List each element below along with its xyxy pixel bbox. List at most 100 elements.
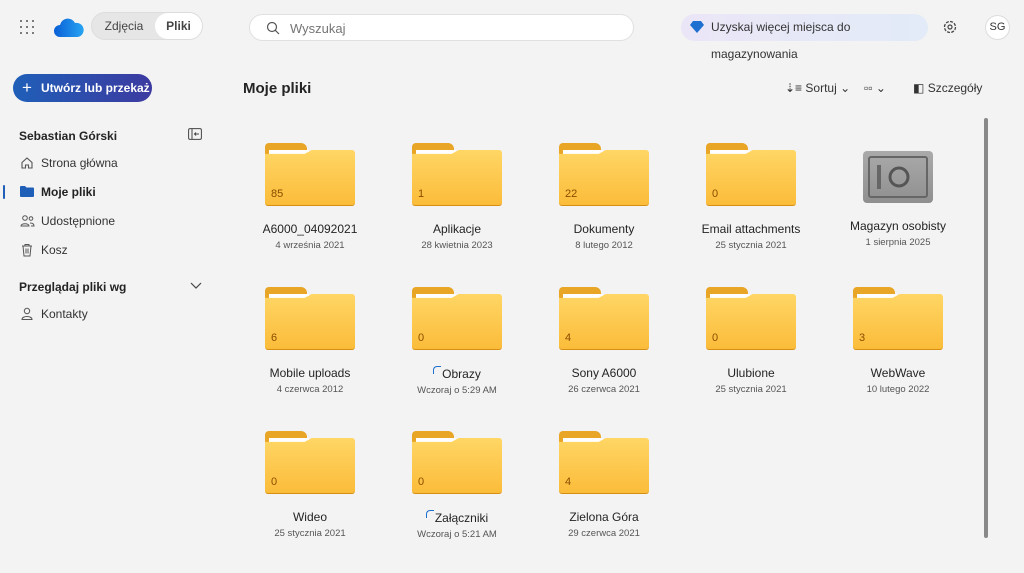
sidebar-item-trash[interactable]: Kosz [0, 238, 220, 262]
user-name: Sebastian Górski [19, 129, 118, 143]
vault-item[interactable]: Magazyn osobisty 1 sierpnia 2025 [828, 143, 968, 248]
folder-icon: 6 [265, 287, 355, 350]
item-name[interactable]: WebWave [828, 366, 968, 380]
item-count: 4 [565, 332, 572, 344]
item-date: 25 stycznia 2021 [715, 240, 787, 251]
get-storage-button[interactable]: Uzyskaj więcej miejsca do magazynowania [681, 14, 928, 61]
sort-button[interactable]: ⇣≡ Sortuj ⌄ [785, 80, 850, 96]
item-name[interactable]: Wideo [240, 510, 380, 524]
sidebar-item-label: Kontakty [41, 307, 88, 321]
item-count: 6 [271, 332, 278, 344]
chevron-down-icon[interactable] [190, 280, 202, 290]
item-date: 1 sierpnia 2025 [865, 237, 931, 248]
details-button[interactable]: ◧ Szczegóły [913, 80, 982, 96]
item-date: 28 kwietnia 2023 [421, 240, 493, 251]
folder-item[interactable]: 0 Wideo 25 stycznia 2021 [240, 431, 380, 539]
chevron-down-icon: ⌄ [840, 81, 851, 95]
item-count: 3 [859, 332, 866, 344]
folder-icon: 0 [265, 431, 355, 494]
item-name[interactable]: A6000_04092021 [240, 222, 380, 236]
view-options-button[interactable]: ▫▫ ⌄ [864, 80, 886, 96]
chevron-down-icon: ⌄ [875, 81, 886, 95]
details-label: Szczegóły [927, 81, 983, 95]
item-date: 26 czerwca 2021 [568, 384, 640, 395]
onedrive-logo[interactable] [54, 16, 84, 38]
browse-section-heading[interactable]: Przeglądaj pliki wg [19, 280, 126, 294]
item-count: 1 [418, 188, 425, 200]
folder-item[interactable]: 4 Zielona Góra 29 czerwca 2021 [534, 431, 674, 539]
sidebar-item-home[interactable]: Strona główna [0, 151, 220, 175]
item-date: 8 lutego 2012 [575, 240, 633, 251]
folder-item[interactable]: 3 WebWave 10 lutego 2022 [828, 287, 968, 395]
item-name-text: Magazyn osobisty [849, 219, 947, 233]
item-name-text: Zielona Góra [569, 510, 639, 524]
folder-item[interactable]: 0 Email attachments 25 stycznia 2021 [681, 143, 821, 251]
diamond-icon [690, 21, 704, 33]
sort-label: Sortuj [805, 81, 837, 95]
item-name-text: Email attachments [701, 222, 801, 236]
folder-item[interactable]: 4 Sony A6000 26 czerwca 2021 [534, 287, 674, 395]
tab-photos[interactable]: Zdjęcia [92, 13, 156, 39]
item-name-text: Mobile uploads [269, 366, 351, 380]
item-name[interactable]: Aplikacje [387, 222, 527, 236]
search-box [249, 14, 634, 41]
sidebar-item-contacts[interactable]: Kontakty [0, 302, 220, 326]
create-upload-button[interactable]: + Utwórz lub przekaż [13, 74, 152, 102]
sidebar-item-label: Udostępnione [41, 214, 116, 228]
item-date: 25 stycznia 2021 [274, 528, 346, 539]
folder-item[interactable]: 0 Ulubione 25 stycznia 2021 [681, 287, 821, 395]
folder-item[interactable]: 0 Załączniki Wczoraj o 5:21 AM [387, 431, 527, 540]
folder-item[interactable]: 1 Aplikacje 28 kwietnia 2023 [387, 143, 527, 251]
folder-item[interactable]: 6 Mobile uploads 4 czerwca 2012 [240, 287, 380, 395]
item-name[interactable]: Magazyn osobisty [828, 219, 968, 233]
sidebar-item-my-files[interactable]: Moje pliki [0, 180, 220, 204]
search-icon [266, 21, 280, 35]
grid-view-icon: ▫▫ [864, 81, 873, 95]
folder-icon: 0 [706, 287, 796, 350]
item-name-text: WebWave [870, 366, 926, 380]
sidebar-item-label: Moje pliki [41, 185, 96, 199]
item-name-text: Dokumenty [573, 222, 635, 236]
home-icon [21, 157, 33, 169]
promo-label: Uzyskaj więcej miejsca do magazynowania [711, 20, 851, 61]
folder-icon: 1 [412, 143, 502, 206]
avatar[interactable]: SG [985, 15, 1010, 40]
item-name[interactable]: Email attachments [681, 222, 821, 236]
settings-gear-icon[interactable] [942, 19, 958, 35]
item-name[interactable]: Ulubione [681, 366, 821, 380]
sidebar-item-label: Strona główna [41, 156, 118, 170]
plus-icon: + [22, 78, 32, 97]
trash-icon [22, 244, 32, 257]
item-name-text: Aplikacje [432, 222, 482, 236]
sidebar-item-shared[interactable]: Udostępnione [0, 209, 220, 233]
view-switch: Zdjęcia Pliki [91, 12, 203, 40]
folder-icon: 85 [265, 143, 355, 206]
app-launcher-icon[interactable] [20, 20, 34, 34]
vault-icon [863, 151, 933, 203]
item-name-text: Ulubione [727, 366, 775, 380]
item-name[interactable]: Zielona Góra [534, 510, 674, 524]
item-name-text: Sony A6000 [571, 366, 637, 380]
item-name-text: Wideo [292, 510, 327, 524]
item-name-text: A6000_04092021 [262, 222, 358, 236]
item-date: Wczoraj o 5:29 AM [417, 385, 497, 396]
item-name[interactable]: Obrazy [387, 366, 527, 381]
item-count: 0 [271, 476, 278, 488]
item-name[interactable]: Załączniki [387, 510, 527, 525]
item-name[interactable]: Mobile uploads [240, 366, 380, 380]
item-name-text: Obrazy [442, 367, 481, 381]
tab-files[interactable]: Pliki [155, 13, 202, 39]
item-count: 0 [712, 188, 719, 200]
item-count: 4 [565, 476, 572, 488]
collapse-pane-icon[interactable] [188, 128, 202, 140]
item-name[interactable]: Dokumenty [534, 222, 674, 236]
search-input[interactable] [290, 19, 610, 37]
folder-item[interactable]: 0 Obrazy Wczoraj o 5:29 AM [387, 287, 527, 396]
folder-item[interactable]: 22 Dokumenty 8 lutego 2012 [534, 143, 674, 251]
folder-item[interactable]: 85 A6000_04092021 4 września 2021 [240, 143, 380, 251]
sort-icon: ⇣≡ [785, 81, 803, 95]
sidebar-item-label: Kosz [41, 243, 68, 257]
folder-icon: 3 [853, 287, 943, 350]
scrollbar[interactable] [984, 118, 988, 538]
item-name[interactable]: Sony A6000 [534, 366, 674, 380]
